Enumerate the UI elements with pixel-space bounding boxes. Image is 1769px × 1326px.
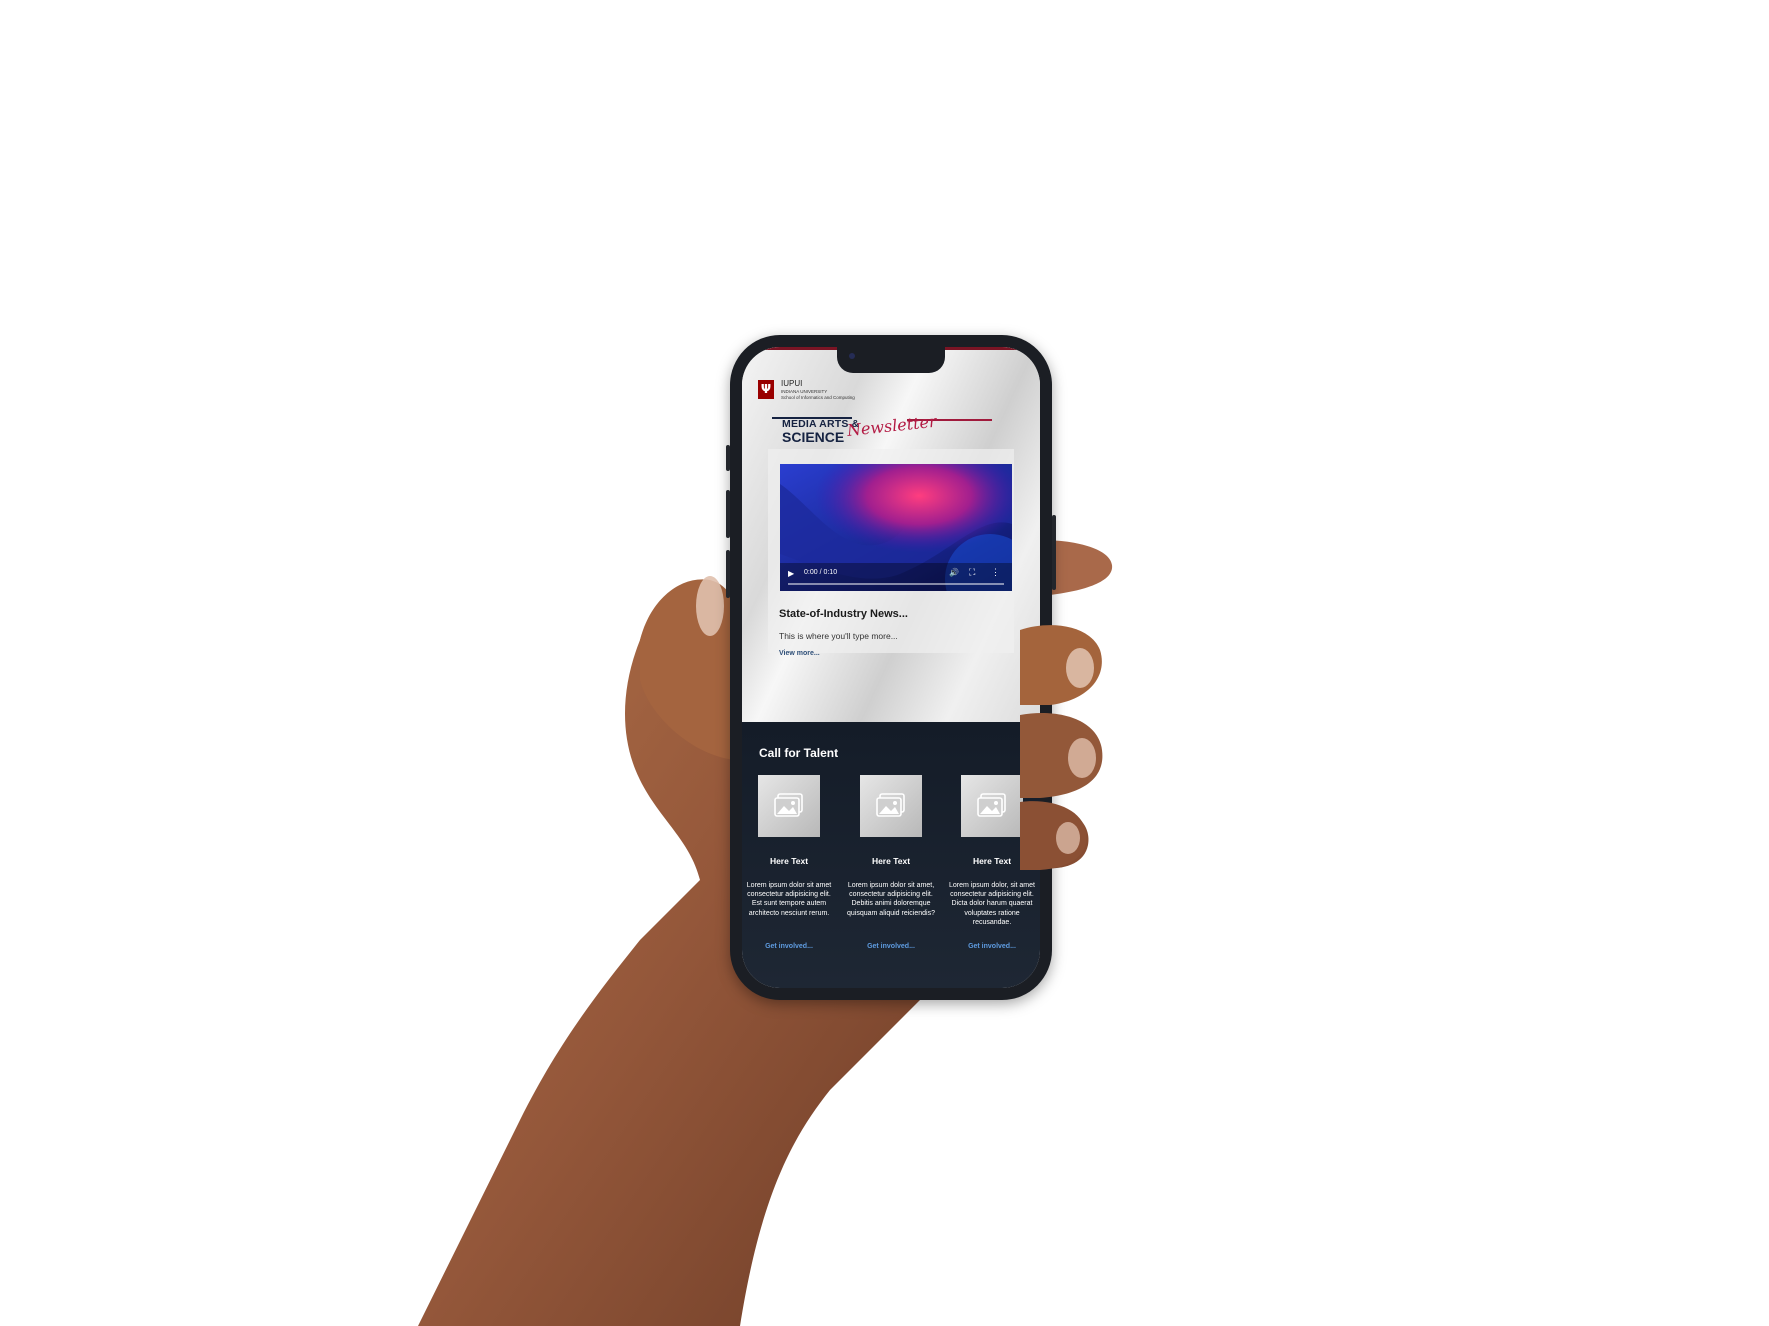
talent-card-body: Lorem ipsum dolor, sit amet consectetur … (949, 882, 1035, 926)
video-player[interactable]: ▶ 0:00 / 0:10 🔊 ⛶ ⋮ (780, 464, 1012, 591)
news-title: State-of-Industry News... (779, 608, 908, 620)
video-time: 0:00 / 0:10 (804, 569, 838, 576)
logo-university-text: INDIANA UNIVERSITY (781, 389, 828, 394)
front-camera-icon (849, 353, 855, 359)
image-placeholder-icon (774, 793, 803, 817)
talent-card-body: Lorem ipsum dolor sit amet, consectetur … (847, 882, 935, 917)
logo-school-text: School of Informatics and Computing (781, 395, 855, 400)
masthead-line2: SCIENCE (782, 429, 845, 445)
volume-down-button (726, 550, 730, 598)
phone-screen: Ψ IUPUI INDIANA UNIVERSITY School of Inf… (742, 347, 1040, 988)
talent-card-heading: Here Text (871, 856, 911, 866)
iu-trident-logo-icon[interactable]: Ψ (758, 380, 774, 399)
volume-up-button (726, 490, 730, 538)
video-controls: ▶ 0:00 / 0:10 🔊 ⛶ ⋮ (780, 563, 1012, 591)
image-placeholder-icon (876, 793, 905, 817)
get-involved-link[interactable]: Get involved... (846, 943, 936, 950)
notch (837, 347, 945, 373)
image-placeholder-icon (977, 793, 1006, 817)
mute-switch (726, 445, 730, 471)
play-icon[interactable]: ▶ (788, 569, 794, 578)
talent-title: Call for Talent (759, 746, 839, 760)
more-options-icon[interactable]: ⋮ (991, 567, 1000, 578)
talent-card-body: Lorem ipsum dolor sit amet consectetur a… (746, 882, 832, 917)
logo-iupui-text: IUPUI (781, 379, 803, 388)
news-body: This is where you'll type more... (779, 631, 898, 641)
video-progress-bar[interactable] (788, 583, 1004, 585)
talent-card-heading: Here Text (769, 856, 809, 866)
get-involved-link[interactable]: Get involved... (947, 943, 1037, 950)
fullscreen-icon[interactable]: ⛶ (969, 567, 975, 578)
get-involved-link[interactable]: Get involved... (744, 943, 834, 950)
view-more-link[interactable]: View more... (779, 650, 820, 657)
image-placeholder (961, 775, 1023, 837)
call-for-talent-section: Call for Talent Here Text Lorem ipsum do… (742, 722, 1040, 988)
image-placeholder (860, 775, 922, 837)
image-placeholder (758, 775, 820, 837)
fingers-overlay (1020, 625, 1103, 870)
phone-frame: Ψ IUPUI INDIANA UNIVERSITY School of Inf… (726, 335, 1056, 1000)
volume-icon[interactable]: 🔊 (949, 568, 959, 577)
